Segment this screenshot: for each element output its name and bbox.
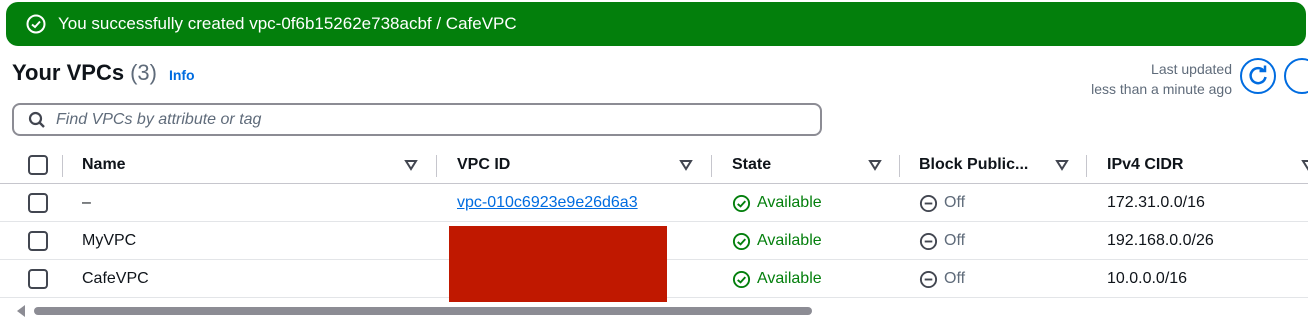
success-check-icon: [26, 14, 46, 34]
page-header: Your VPCs (3) Info: [12, 60, 195, 86]
last-updated-value: less than a minute ago: [1091, 81, 1232, 97]
scroll-left-arrow-icon[interactable]: [16, 305, 26, 317]
vpc-state: Available: [732, 184, 822, 222]
block-public-label: Off: [944, 232, 966, 249]
block-public-label: Off: [944, 194, 966, 211]
column-divider: [62, 155, 63, 177]
success-flash-banner: You successfully created vpc-0f6b15262e7…: [6, 2, 1306, 46]
search-box[interactable]: [12, 103, 822, 136]
sort-icon[interactable]: [403, 157, 419, 173]
vpc-name: MyVPC: [82, 232, 137, 249]
table-header-row: Name VPC ID State Block Public... IPv4 C…: [0, 146, 1308, 184]
state-label: Available: [757, 232, 822, 249]
column-divider: [711, 155, 712, 177]
block-public-status: Off: [919, 184, 965, 222]
flash-message: You successfully created vpc-0f6b15262e7…: [58, 14, 517, 33]
column-header-vpc-id[interactable]: VPC ID: [457, 146, 510, 184]
page-title: Your VPCs: [12, 60, 125, 85]
vpc-state: Available: [732, 222, 822, 260]
refresh-icon: [1249, 65, 1267, 85]
off-icon: [919, 270, 938, 288]
vpc-name: CafeVPC: [82, 270, 149, 287]
actions-button[interactable]: [1284, 58, 1308, 94]
column-divider: [436, 155, 437, 177]
horizontal-scrollbar[interactable]: [0, 302, 1308, 320]
sort-icon[interactable]: [867, 157, 883, 173]
table-row[interactable]: – vpc-010c6923e9e26d6a3 Available Off 17…: [0, 184, 1308, 222]
off-icon: [919, 232, 938, 250]
last-updated-label: Last updated: [1151, 61, 1232, 77]
vpc-count: (3): [130, 60, 157, 85]
ipv4-cidr: 172.31.0.0/16: [1107, 194, 1205, 211]
vpc-id-link[interactable]: vpc-010c6923e9e26d6a3: [457, 184, 638, 222]
ipv4-cidr: 10.0.0.0/16: [1107, 270, 1188, 287]
block-public-status: Off: [919, 222, 965, 260]
redaction-box: [449, 226, 667, 302]
block-public-status: Off: [919, 260, 965, 298]
column-divider: [1086, 155, 1087, 177]
sort-icon[interactable]: [678, 157, 694, 173]
available-check-icon: [732, 194, 751, 212]
available-check-icon: [732, 232, 751, 250]
scrollbar-thumb[interactable]: [34, 307, 812, 315]
search-input[interactable]: [56, 110, 756, 129]
vpc-state: Available: [732, 260, 822, 298]
row-checkbox[interactable]: [28, 193, 48, 213]
column-header-state[interactable]: State: [732, 146, 771, 184]
column-header-name[interactable]: Name: [82, 146, 126, 184]
state-label: Available: [757, 194, 822, 211]
ipv4-cidr: 192.168.0.0/26: [1107, 232, 1214, 249]
column-divider: [899, 155, 900, 177]
available-check-icon: [732, 270, 751, 288]
state-label: Available: [757, 270, 822, 287]
column-header-block-public[interactable]: Block Public...: [919, 146, 1028, 184]
sort-icon[interactable]: [1054, 157, 1070, 173]
off-icon: [919, 194, 938, 212]
select-all-checkbox[interactable]: [28, 155, 48, 175]
search-icon: [28, 111, 45, 128]
last-updated: Last updated less than a minute ago: [1091, 59, 1232, 99]
row-checkbox[interactable]: [28, 231, 48, 251]
info-link[interactable]: Info: [169, 67, 195, 83]
block-public-label: Off: [944, 270, 966, 287]
column-header-ipv4-cidr[interactable]: IPv4 CIDR: [1107, 146, 1183, 184]
row-checkbox[interactable]: [28, 269, 48, 289]
refresh-button[interactable]: [1240, 58, 1276, 94]
sort-icon[interactable]: [1300, 157, 1308, 173]
vpc-name: –: [82, 194, 91, 211]
